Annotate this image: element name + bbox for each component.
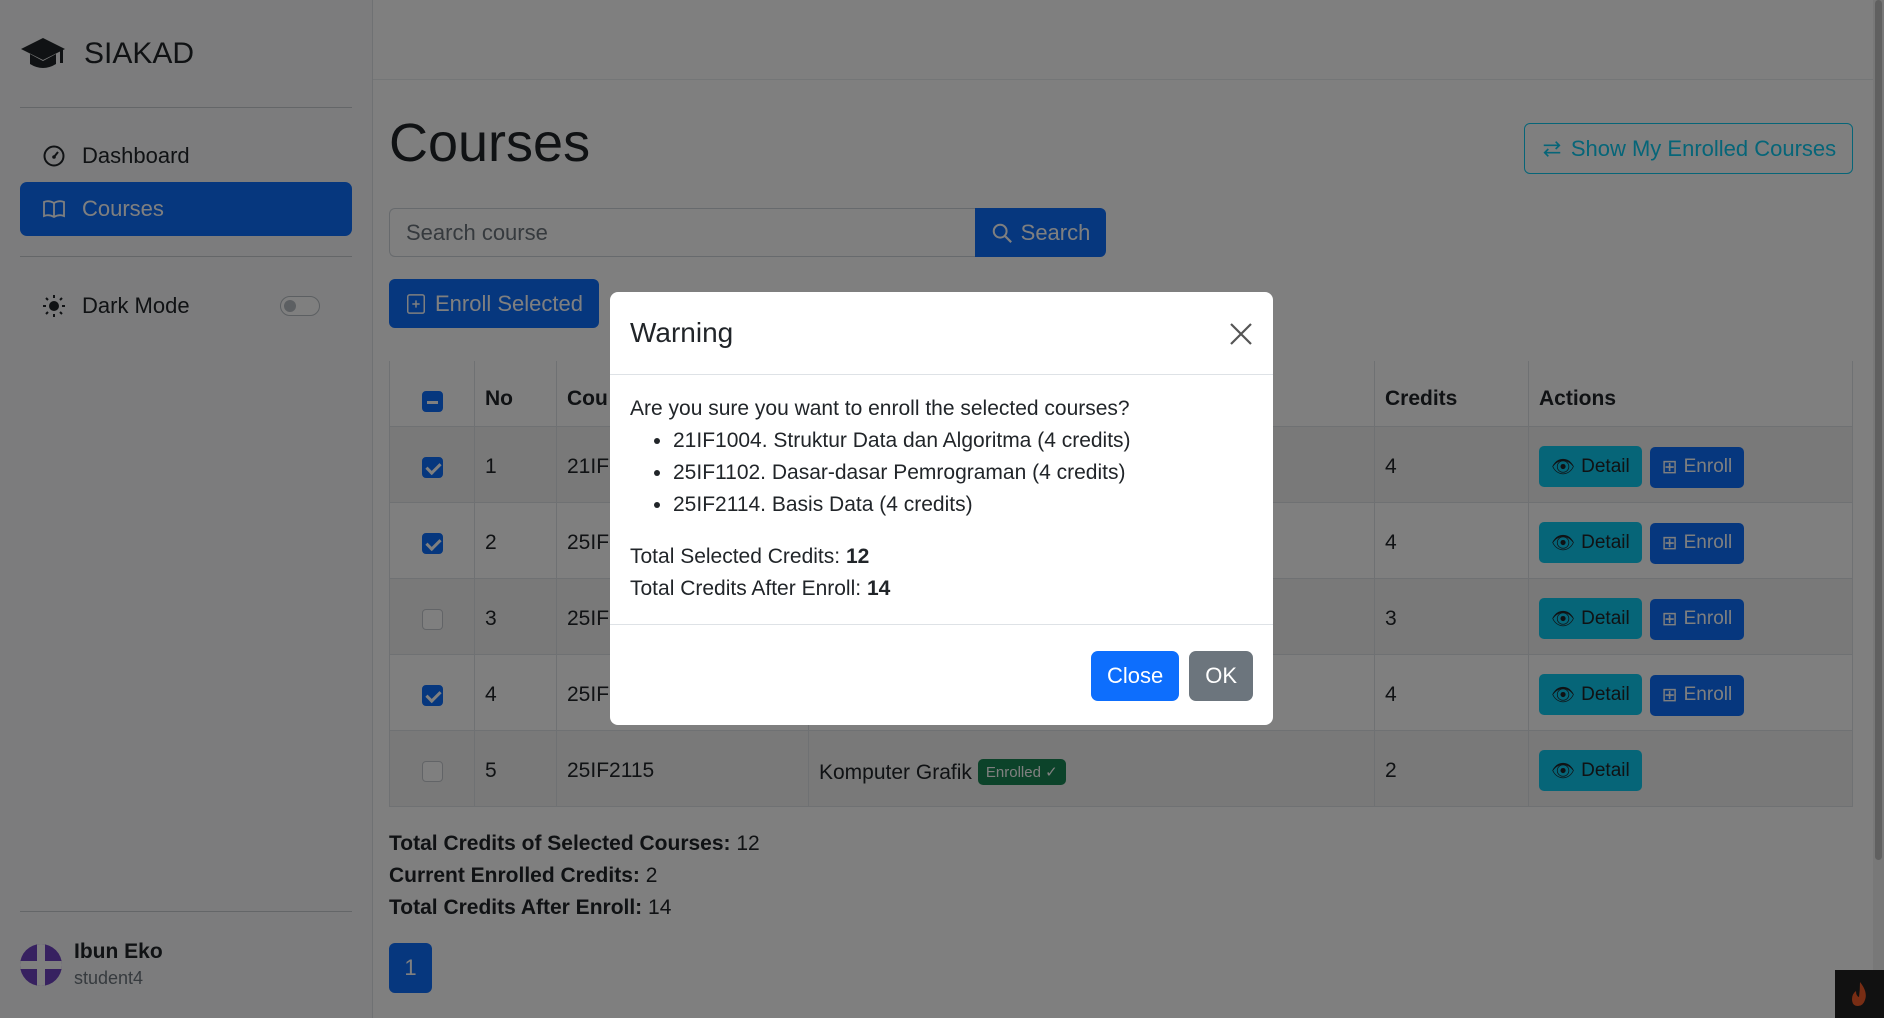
modal-total-selected: Total Selected Credits: 12 <box>630 541 1253 573</box>
modal-total-after-label: Total Credits After Enroll: <box>630 577 862 600</box>
app: SIAKAD Dashboard Courses <box>0 0 1884 1018</box>
modal-title: Warning <box>630 317 734 348</box>
modal-total-selected-value: 12 <box>845 545 870 568</box>
list-item: 25IF2114. Basis Data (4 credits) <box>673 489 1253 521</box>
modal-total-after: Total Credits After Enroll: 14 <box>630 573 1253 605</box>
modal-footer: Close OK <box>610 626 1273 725</box>
modal-body: Are you sure you want to enroll the sele… <box>610 375 1273 625</box>
selected-course-list: 21IF1004. Struktur Data dan Algoritma (4… <box>630 425 1253 521</box>
list-item: 21IF1004. Struktur Data dan Algoritma (4… <box>673 425 1253 457</box>
ok-button[interactable]: OK <box>1189 650 1253 701</box>
close-button[interactable]: Close <box>1090 650 1180 701</box>
modal-header: Warning <box>610 292 1273 375</box>
warning-modal: Warning Are you sure you want to enroll … <box>610 292 1273 725</box>
list-item: 25IF1102. Dasar-dasar Pemrograman (4 cre… <box>673 457 1253 489</box>
modal-message: Are you sure you want to enroll the sele… <box>630 397 1130 420</box>
close-icon[interactable] <box>1227 320 1255 348</box>
modal-total-after-value: 14 <box>866 577 891 600</box>
modal-total-selected-label: Total Selected Credits: <box>630 545 841 568</box>
